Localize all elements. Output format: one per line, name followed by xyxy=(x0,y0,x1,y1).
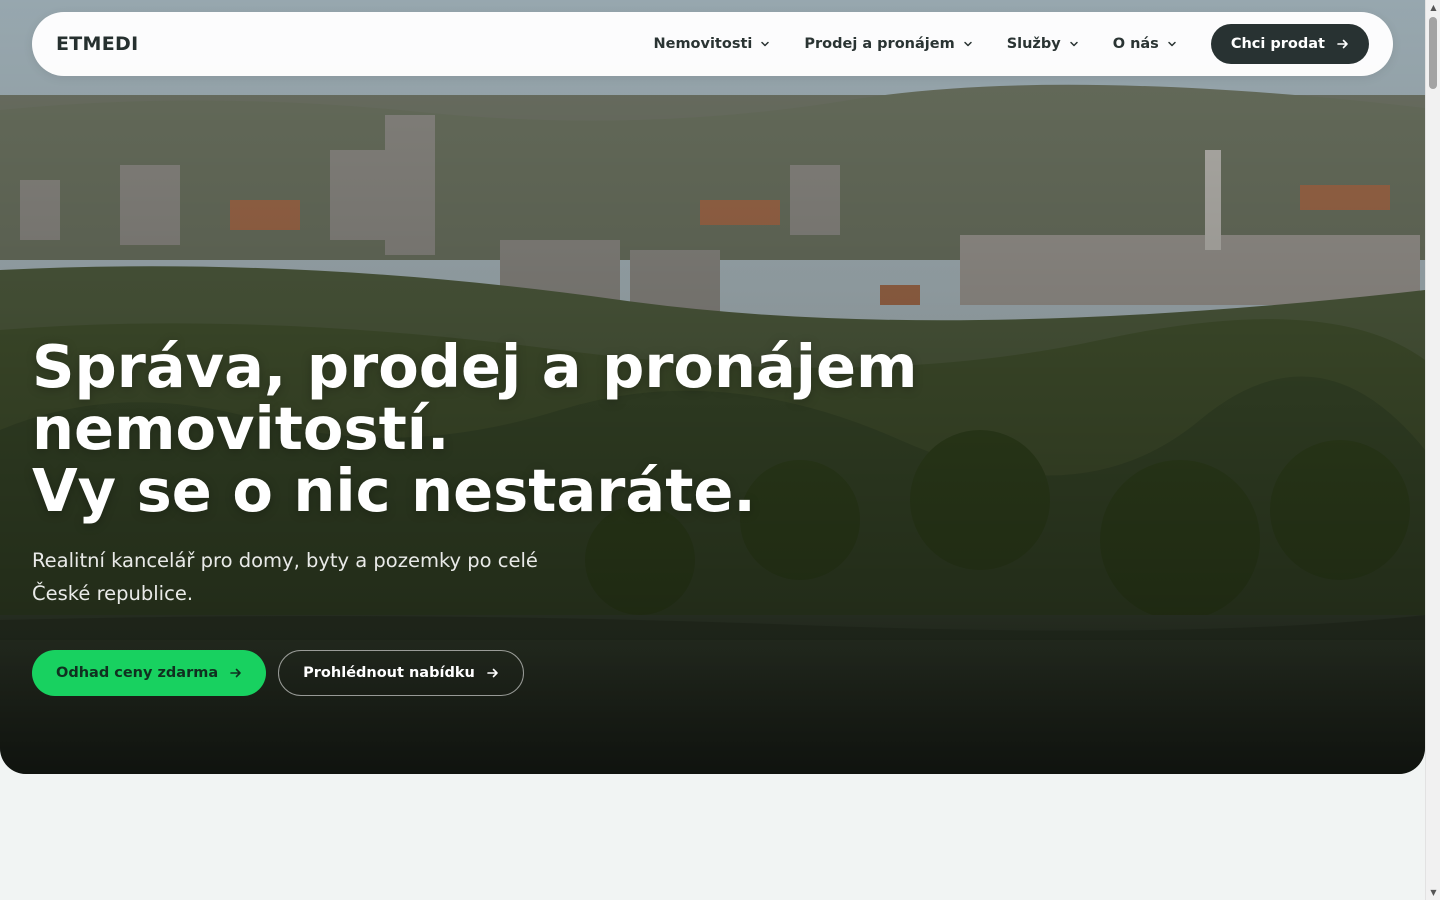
chevron-down-icon xyxy=(1069,41,1078,47)
vertical-scrollbar[interactable]: ▲ ▼ xyxy=(1425,0,1440,900)
want-to-sell-button-label: Chci prodat xyxy=(1230,36,1325,52)
nav-item-sluzby[interactable]: Služby xyxy=(1007,36,1079,52)
scroll-up-arrow-icon[interactable]: ▲ xyxy=(1426,0,1440,15)
nav-item-prodej-a-pronajem[interactable]: Prodej a pronájem xyxy=(804,36,972,52)
price-estimate-button[interactable]: Odhad ceny zdarma xyxy=(32,650,267,696)
nav-item-label: O nás xyxy=(1112,36,1159,52)
page: Správa, prodej a pronájem nemovitostí. V… xyxy=(0,0,1425,900)
hero-title-line: nemovitostí. xyxy=(32,394,450,463)
scrollbar-thumb[interactable] xyxy=(1429,17,1437,89)
hero-content: Správa, prodej a pronájem nemovitostí. V… xyxy=(32,336,1032,696)
nav-item-label: Nemovitosti xyxy=(653,36,753,52)
scroll-down-arrow-icon[interactable]: ▼ xyxy=(1426,885,1440,900)
nav-item-o-nas[interactable]: O nás xyxy=(1113,36,1177,52)
browse-offers-button-label: Prohlédnout nabídku xyxy=(303,665,475,681)
chevron-down-icon xyxy=(761,41,770,47)
browse-offers-button[interactable]: Prohlédnout nabídku xyxy=(278,650,524,696)
brand-logo[interactable]: ETMEDI xyxy=(56,33,138,55)
nav-item-nemovitosti[interactable]: Nemovitosti xyxy=(653,36,770,52)
top-navigation: ETMEDI Nemovitosti Prodej a pronájem Slu… xyxy=(32,12,1393,76)
arrow-right-icon xyxy=(486,668,498,678)
hero-section: Správa, prodej a pronájem nemovitostí. V… xyxy=(0,0,1425,774)
hero-title-line: Správa, prodej a pronájem xyxy=(32,332,918,401)
hero-subtitle: Realitní kancelář pro domy, byty a pozem… xyxy=(32,549,538,605)
hero-title: Správa, prodej a pronájem nemovitostí. V… xyxy=(32,336,1032,522)
chevron-down-icon xyxy=(1168,41,1176,47)
hero-buttons: Odhad ceny zdarma Prohlédnout nabídku xyxy=(32,650,1032,696)
want-to-sell-button[interactable]: Chci prodat xyxy=(1210,24,1369,64)
price-estimate-button-label: Odhad ceny zdarma xyxy=(56,665,219,681)
arrow-right-icon xyxy=(1337,39,1348,49)
nav-item-label: Prodej a pronájem xyxy=(804,36,955,52)
hero-title-line: Vy se o nic nestaráte. xyxy=(32,456,756,525)
nav-menu: Nemovitosti Prodej a pronájem Služby O n… xyxy=(653,24,1369,64)
arrow-right-icon xyxy=(230,668,241,678)
chevron-down-icon xyxy=(963,41,972,47)
nav-item-label: Služby xyxy=(1006,36,1061,52)
